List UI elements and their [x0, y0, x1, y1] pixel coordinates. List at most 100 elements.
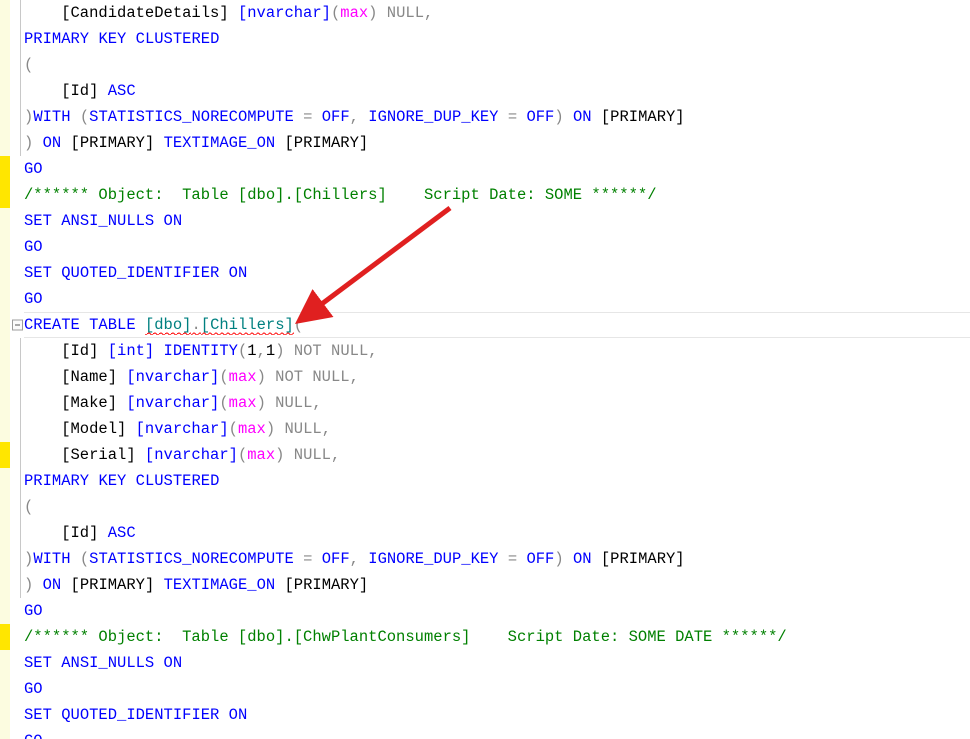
code-token: max [229, 394, 257, 412]
fold-guide-line [20, 468, 21, 494]
code-token: GO [24, 732, 43, 739]
code-token: PRIMARY [24, 472, 89, 490]
code-token: max [247, 446, 275, 464]
code-line[interactable]: )WITH (STATISTICS_NORECOMPUTE = OFF, IGN… [0, 546, 970, 572]
code-token: QUOTED_IDENTIFIER [61, 706, 219, 724]
code-token: ASC [108, 524, 136, 542]
code-token: NOT NULL [266, 368, 350, 386]
code-line[interactable]: [Id] [int] IDENTITY(1,1) NOT NULL, [0, 338, 970, 364]
fold-guide-line [20, 130, 21, 156]
code-token: ) [24, 134, 33, 152]
code-token: CLUSTERED [136, 30, 220, 48]
code-token: [dbo] [145, 316, 192, 335]
code-token: TABLE [89, 316, 136, 334]
code-token: ( [229, 420, 238, 438]
code-token: ON [164, 212, 183, 230]
fold-guide-line [20, 78, 21, 104]
code-token: [PRIMARY] [592, 108, 685, 126]
gutter [0, 468, 10, 494]
code-token: [Make] [24, 394, 126, 412]
code-token [359, 108, 368, 126]
code-token: GO [24, 238, 43, 256]
code-token: ) [266, 420, 275, 438]
code-token [564, 550, 573, 568]
gutter [0, 520, 10, 546]
code-line[interactable]: SET ANSI_NULLS ON [0, 650, 970, 676]
code-line[interactable]: ( [0, 52, 970, 78]
fold-toggle-icon[interactable] [12, 320, 23, 331]
code-line[interactable]: [Make] [nvarchar](max) NULL, [0, 390, 970, 416]
code-token [499, 550, 508, 568]
gutter [0, 546, 10, 572]
code-line[interactable]: GO [0, 676, 970, 702]
gutter [0, 208, 10, 234]
code-token: 1 [247, 342, 256, 360]
code-line[interactable]: ) ON [PRIMARY] TEXTIMAGE_ON [PRIMARY] [0, 572, 970, 598]
code-token: ON [573, 108, 592, 126]
code-token: QUOTED_IDENTIFIER [61, 264, 219, 282]
code-token: WITH [33, 108, 70, 126]
code-line[interactable]: [Name] [nvarchar](max) NOT NULL, [0, 364, 970, 390]
code-line[interactable]: [Model] [nvarchar](max) NULL, [0, 416, 970, 442]
code-token: WITH [33, 550, 70, 568]
code-token [80, 316, 89, 334]
code-line[interactable]: GO [0, 234, 970, 260]
code-line[interactable]: CREATE TABLE [dbo].[Chillers]( [0, 312, 970, 338]
code-token: CLUSTERED [136, 472, 220, 490]
gutter [0, 650, 10, 676]
code-token: [nvarchar] [126, 368, 219, 386]
change-marker [0, 156, 10, 182]
code-token: [Id] [24, 82, 108, 100]
code-token: TEXTIMAGE_ON [164, 134, 276, 152]
code-line[interactable]: GO [0, 728, 970, 739]
code-token [126, 30, 135, 48]
gutter [0, 728, 10, 739]
code-line[interactable]: ( [0, 494, 970, 520]
change-marker [0, 182, 10, 208]
code-token: . [191, 316, 200, 335]
code-line[interactable]: )WITH (STATISTICS_NORECOMPUTE = OFF, IGN… [0, 104, 970, 130]
code-line[interactable]: PRIMARY KEY CLUSTERED [0, 26, 970, 52]
code-token: ( [24, 56, 33, 74]
code-line[interactable]: SET QUOTED_IDENTIFIER ON [0, 702, 970, 728]
code-token: = [508, 108, 517, 126]
code-token: ) [554, 550, 563, 568]
code-token: ) [275, 342, 284, 360]
code-line[interactable]: GO [0, 286, 970, 312]
code-token: ( [24, 498, 33, 516]
code-line[interactable]: [Serial] [nvarchar](max) NULL, [0, 442, 970, 468]
code-token: [Serial] [24, 446, 145, 464]
code-line[interactable]: GO [0, 156, 970, 182]
code-token: SET [24, 212, 52, 230]
code-token: , [368, 342, 377, 360]
code-token: OFF [322, 108, 350, 126]
gutter [0, 286, 10, 312]
code-token: ) [24, 576, 33, 594]
code-token: , [322, 420, 331, 438]
gutter [0, 312, 10, 338]
code-line[interactable]: [Id] ASC [0, 78, 970, 104]
code-line[interactable]: /****** Object: Table [dbo].[ChwPlantCon… [0, 624, 970, 650]
code-token: ON [229, 264, 248, 282]
code-token: ) [257, 394, 266, 412]
code-token: TEXTIMAGE_ON [164, 576, 276, 594]
code-line[interactable]: /****** Object: Table [dbo].[Chillers] S… [0, 182, 970, 208]
code-line[interactable]: SET ANSI_NULLS ON [0, 208, 970, 234]
code-line[interactable]: [Id] ASC [0, 520, 970, 546]
code-line[interactable]: GO [0, 598, 970, 624]
code-token: ( [80, 550, 89, 568]
code-token: , [350, 368, 359, 386]
code-token: ASC [108, 82, 136, 100]
gutter [0, 364, 10, 390]
code-line[interactable]: ) ON [PRIMARY] TEXTIMAGE_ON [PRIMARY] [0, 130, 970, 156]
code-token: ( [238, 446, 247, 464]
code-line[interactable]: [CandidateDetails] [nvarchar](max) NULL, [0, 0, 970, 26]
fold-guide-line [20, 0, 21, 26]
code-line[interactable]: PRIMARY KEY CLUSTERED [0, 468, 970, 494]
code-line[interactable]: SET QUOTED_IDENTIFIER ON [0, 260, 970, 286]
gutter [0, 494, 10, 520]
gutter [0, 416, 10, 442]
sql-editor[interactable]: [CandidateDetails] [nvarchar](max) NULL,… [0, 0, 970, 739]
code-token: [PRIMARY] [61, 134, 163, 152]
code-token: ) [257, 368, 266, 386]
